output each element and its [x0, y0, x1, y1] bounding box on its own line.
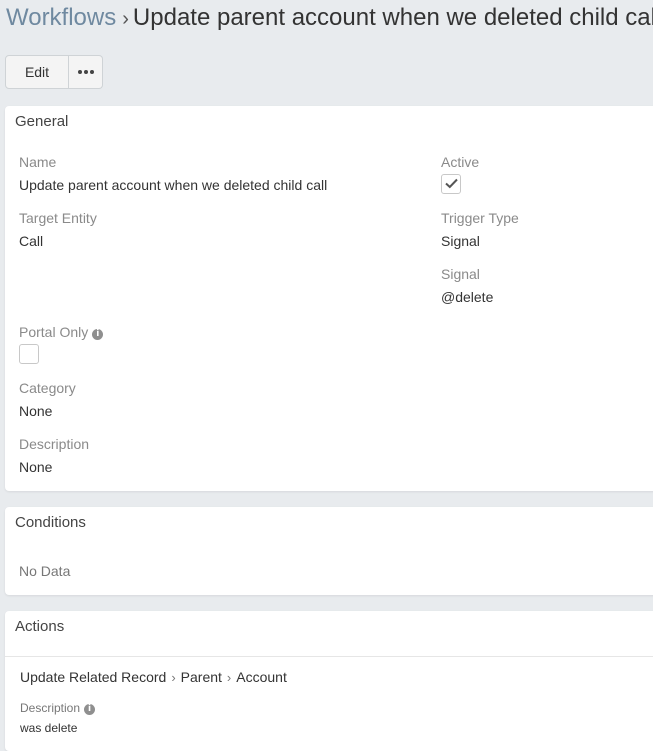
edit-button[interactable]: Edit	[5, 55, 69, 89]
signal-label: Signal	[441, 266, 480, 282]
breadcrumb-workflows-link[interactable]: Workflows	[6, 4, 116, 31]
general-panel: General Name Update parent account when …	[5, 106, 653, 491]
portal-only-label-text: Portal Only	[19, 324, 89, 340]
action-type: Update Related Record	[20, 669, 167, 685]
info-icon[interactable]: i	[92, 329, 104, 340]
breadcrumb-separator: ›	[122, 8, 129, 30]
chevron-right-icon: ›	[226, 670, 232, 685]
action-description-value: was delete	[20, 721, 78, 735]
actions-panel: Actions Update Related Record › Parent › Acc…	[5, 611, 653, 751]
more-actions-button[interactable]	[69, 55, 103, 89]
action-entity: Account	[236, 669, 287, 685]
checkmark-icon	[445, 178, 458, 189]
action-description-label-text: Description	[20, 701, 81, 715]
target-entity-label: Target Entity	[19, 210, 97, 226]
trigger-type-value: Signal	[441, 233, 480, 249]
toolbar: Edit	[5, 55, 103, 89]
active-checkbox[interactable]	[441, 174, 461, 194]
portal-only-label: Portal Only i	[19, 324, 104, 340]
category-value: None	[19, 403, 53, 419]
target-entity-value: Call	[19, 233, 44, 249]
info-icon[interactable]: i	[84, 704, 96, 715]
conditions-panel: Conditions No Data	[5, 507, 653, 595]
category-label: Category	[19, 380, 76, 396]
trigger-type-label: Trigger Type	[441, 210, 519, 226]
conditions-panel-title: Conditions	[15, 514, 86, 531]
page-title: Update parent account when we deleted ch…	[132, 4, 653, 31]
page-header: Workflows › Update parent account when we …	[6, 4, 653, 32]
signal-value: @delete	[441, 289, 494, 305]
name-value: Update parent account when we deleted ch…	[19, 177, 328, 193]
action-link: Parent	[180, 669, 222, 685]
active-label: Active	[441, 154, 480, 170]
general-panel-title: General	[15, 113, 69, 130]
action-description-label: Description i	[20, 701, 96, 715]
chevron-right-icon: ›	[171, 670, 176, 685]
name-label: Name	[19, 154, 57, 170]
description-label: Description	[19, 436, 90, 452]
description-value: None	[19, 459, 53, 475]
portal-only-checkbox[interactable]	[19, 344, 39, 364]
action-item-path[interactable]: Update Related Record › Parent › Account	[20, 669, 287, 685]
ellipsis-icon	[77, 70, 94, 74]
conditions-empty-text: No Data	[19, 563, 71, 579]
actions-panel-title: Actions	[15, 618, 65, 635]
actions-divider	[5, 656, 653, 657]
